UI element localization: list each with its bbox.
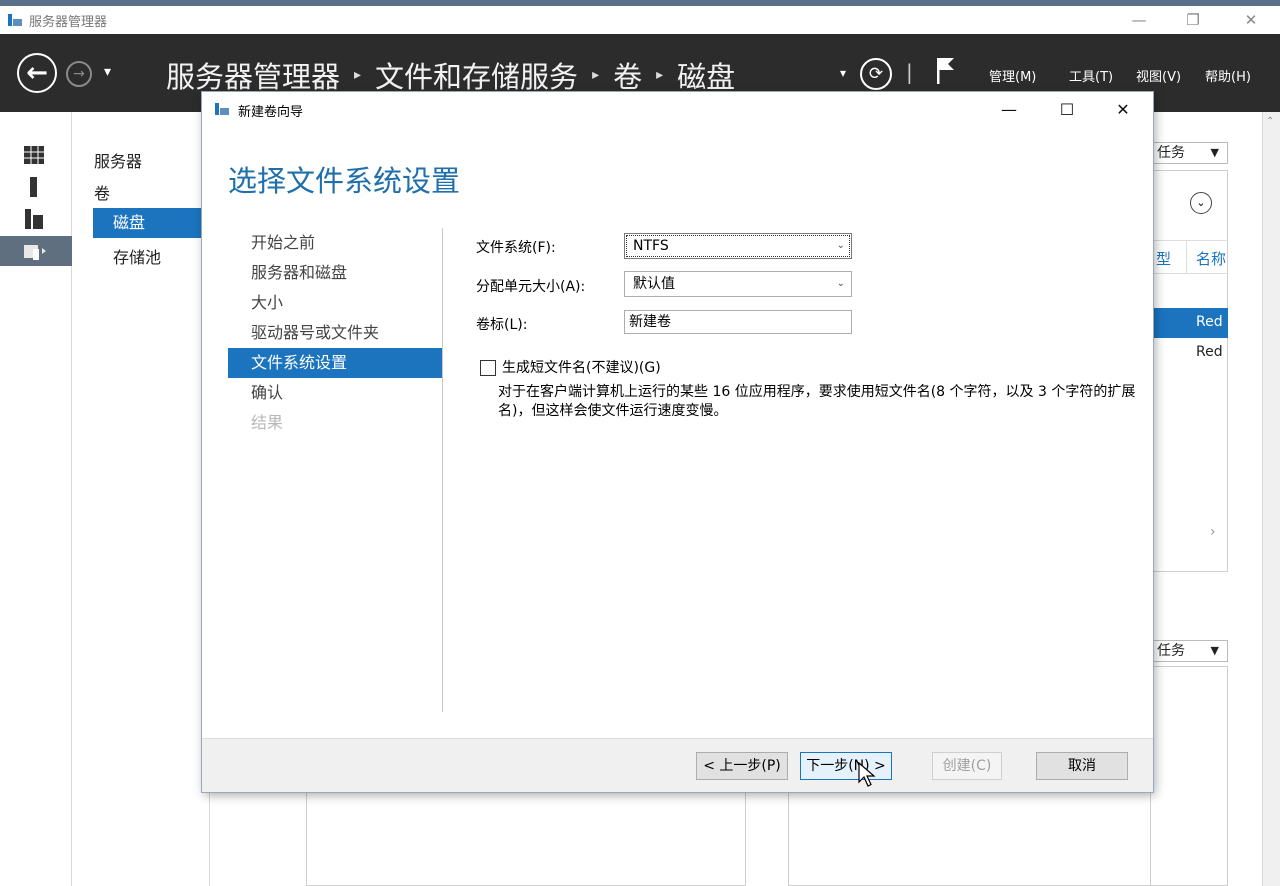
sub-nav: 服务器 卷 磁盘 存储池 <box>80 112 213 886</box>
subnav-item-storage-pools[interactable]: 存储池 <box>113 244 161 268</box>
breadcrumb-dropdown-icon[interactable]: ▾ <box>840 66 846 80</box>
local-server-icon[interactable] <box>0 172 72 202</box>
allocation-unit-select[interactable]: 默认值 ⌄ <box>624 271 852 297</box>
dialog-close-button[interactable]: ✕ <box>1100 92 1146 126</box>
menu-help[interactable]: 帮助(H) <box>1205 66 1251 85</box>
next-button[interactable]: 下一步(N) > <box>800 752 892 780</box>
table-row[interactable]: Red <box>1150 308 1228 338</box>
history-dropdown-icon[interactable]: ▾ <box>104 64 111 80</box>
wizard-steps: 开始之前 服务器和磁盘 大小 驱动器号或文件夹 文件系统设置 确认 结果 <box>228 228 443 712</box>
volume-label-input[interactable]: 新建卷 <box>624 310 852 334</box>
row-name-cell: Red <box>1196 344 1223 360</box>
menu-view[interactable]: 视图(V) <box>1136 66 1181 85</box>
dialog-title: 新建卷向导 <box>238 105 304 120</box>
wizard-page-heading: 选择文件系统设置 <box>228 164 461 198</box>
outer-titlebar: 服务器管理器 <box>0 6 1280 34</box>
refresh-icon[interactable]: ⟳ <box>860 58 892 90</box>
window-title: 服务器管理器 <box>29 14 108 30</box>
subnav-item-volumes[interactable]: 卷 <box>94 180 110 204</box>
back-arrow-icon[interactable]: ← <box>17 53 57 93</box>
dialog-minimize-button[interactable]: — <box>986 92 1032 126</box>
background-lower-panel <box>1150 666 1228 886</box>
filesystem-label: 文件系统(F): <box>476 240 556 256</box>
chevron-down-icon: ▼ <box>1210 644 1219 657</box>
left-icon-nav <box>0 112 72 886</box>
dialog-maximize-button[interactable]: ☐ <box>1044 92 1090 126</box>
allocation-unit-label: 分配单元大小(A): <box>476 279 586 295</box>
allocation-unit-value: 默认值 <box>633 276 675 292</box>
file-storage-services-icon[interactable] <box>0 236 72 266</box>
step-confirmation[interactable]: 确认 <box>228 378 442 408</box>
short-filename-description: 对于在客户端计算机上运行的某些 16 位应用程序，要求使用短文件名(8 个字符，… <box>498 384 1136 419</box>
breadcrumb-item[interactable]: 卷 <box>613 54 642 96</box>
column-divider <box>1186 241 1187 273</box>
mouse-cursor-icon <box>858 761 876 788</box>
forward-arrow-icon[interactable]: → <box>66 61 92 87</box>
background-bottom-panel-left <box>306 790 746 886</box>
tasks-dropdown-button[interactable]: 任务 ▼ <box>1152 142 1228 164</box>
step-size[interactable]: 大小 <box>228 288 442 318</box>
column-header-name[interactable]: 名称 <box>1196 248 1226 269</box>
chevron-down-icon: ▼ <box>1210 146 1219 159</box>
dialog-footer <box>202 738 1153 792</box>
vertical-scrollbar[interactable]: ⌃ <box>1262 112 1280 886</box>
scroll-right-icon[interactable]: › <box>1210 524 1216 540</box>
filesystem-select[interactable]: NTFS ⌄ <box>624 233 852 259</box>
window-close-button[interactable]: ✕ <box>1228 6 1274 34</box>
breadcrumb-item[interactable]: 文件和存储服务 <box>375 54 578 96</box>
step-drive-letter[interactable]: 驱动器号或文件夹 <box>228 318 442 348</box>
tasks-label: 任务 <box>1157 145 1185 161</box>
notification-flag-icon[interactable] <box>934 56 956 86</box>
chevron-down-icon: ⌄ <box>836 278 845 289</box>
tasks-dropdown-button-2[interactable]: 任务 ▼ <box>1152 640 1228 662</box>
subnav-item-servers[interactable]: 服务器 <box>94 148 142 172</box>
tasks-label: 任务 <box>1157 643 1185 659</box>
short-filename-label[interactable]: 生成短文件名(不建议)(G) <box>502 357 661 377</box>
all-servers-icon[interactable] <box>0 204 72 234</box>
filesystem-value: NTFS <box>633 238 669 254</box>
subnav-item-disks[interactable]: 磁盘 <box>93 208 213 238</box>
server-manager-icon <box>7 12 23 28</box>
breadcrumb-separator-icon: ▸ <box>656 67 664 83</box>
wizard-icon <box>214 101 230 121</box>
step-before-you-begin[interactable]: 开始之前 <box>228 228 442 258</box>
menu-tools[interactable]: 工具(T) <box>1069 66 1113 85</box>
breadcrumb-item[interactable]: 磁盘 <box>677 54 735 96</box>
step-server-and-disk[interactable]: 服务器和磁盘 <box>228 258 442 288</box>
step-filesystem-settings[interactable]: 文件系统设置 <box>228 348 442 378</box>
cancel-button[interactable]: 取消 <box>1036 752 1128 780</box>
new-volume-wizard-dialog: 新建卷向导 — ☐ ✕ 选择文件系统设置 开始之前 服务器和磁盘 大小 驱动器号… <box>202 92 1153 792</box>
menu-manage[interactable]: 管理(M) <box>989 66 1036 85</box>
step-results: 结果 <box>251 413 284 432</box>
window-minimize-button[interactable]: — <box>1116 6 1162 34</box>
header-divider: | <box>906 60 913 84</box>
breadcrumb-item[interactable]: 服务器管理器 <box>166 54 340 96</box>
table-row[interactable]: Red <box>1150 338 1228 368</box>
previous-button[interactable]: < 上一步(P) <box>696 752 788 780</box>
window-restore-button[interactable]: ❐ <box>1170 6 1216 34</box>
background-bottom-panel-right <box>788 790 1150 886</box>
breadcrumb-separator-icon: ▸ <box>592 67 600 83</box>
expand-collapse-icon[interactable]: ⌄ <box>1190 192 1212 214</box>
short-filename-checkbox[interactable] <box>480 360 496 376</box>
create-button: 创建(C) <box>932 752 1002 780</box>
background-disk-list <box>1150 170 1228 572</box>
dialog-titlebar: 新建卷向导 — ☐ ✕ <box>202 92 1153 126</box>
volume-label-label: 卷标(L): <box>476 317 528 333</box>
scroll-up-icon[interactable]: ⌃ <box>1266 116 1274 127</box>
row-name-cell: Red <box>1196 314 1223 330</box>
breadcrumb-separator-icon: ▸ <box>354 67 362 83</box>
column-header-type[interactable]: 型 <box>1156 248 1171 269</box>
dashboard-icon[interactable] <box>0 140 72 170</box>
chevron-down-icon: ⌄ <box>836 240 845 251</box>
disk-list-header: 型 名称 <box>1150 240 1228 274</box>
breadcrumb: 服务器管理器 ▸ 文件和存储服务 ▸ 卷 ▸ 磁盘 <box>166 54 735 96</box>
